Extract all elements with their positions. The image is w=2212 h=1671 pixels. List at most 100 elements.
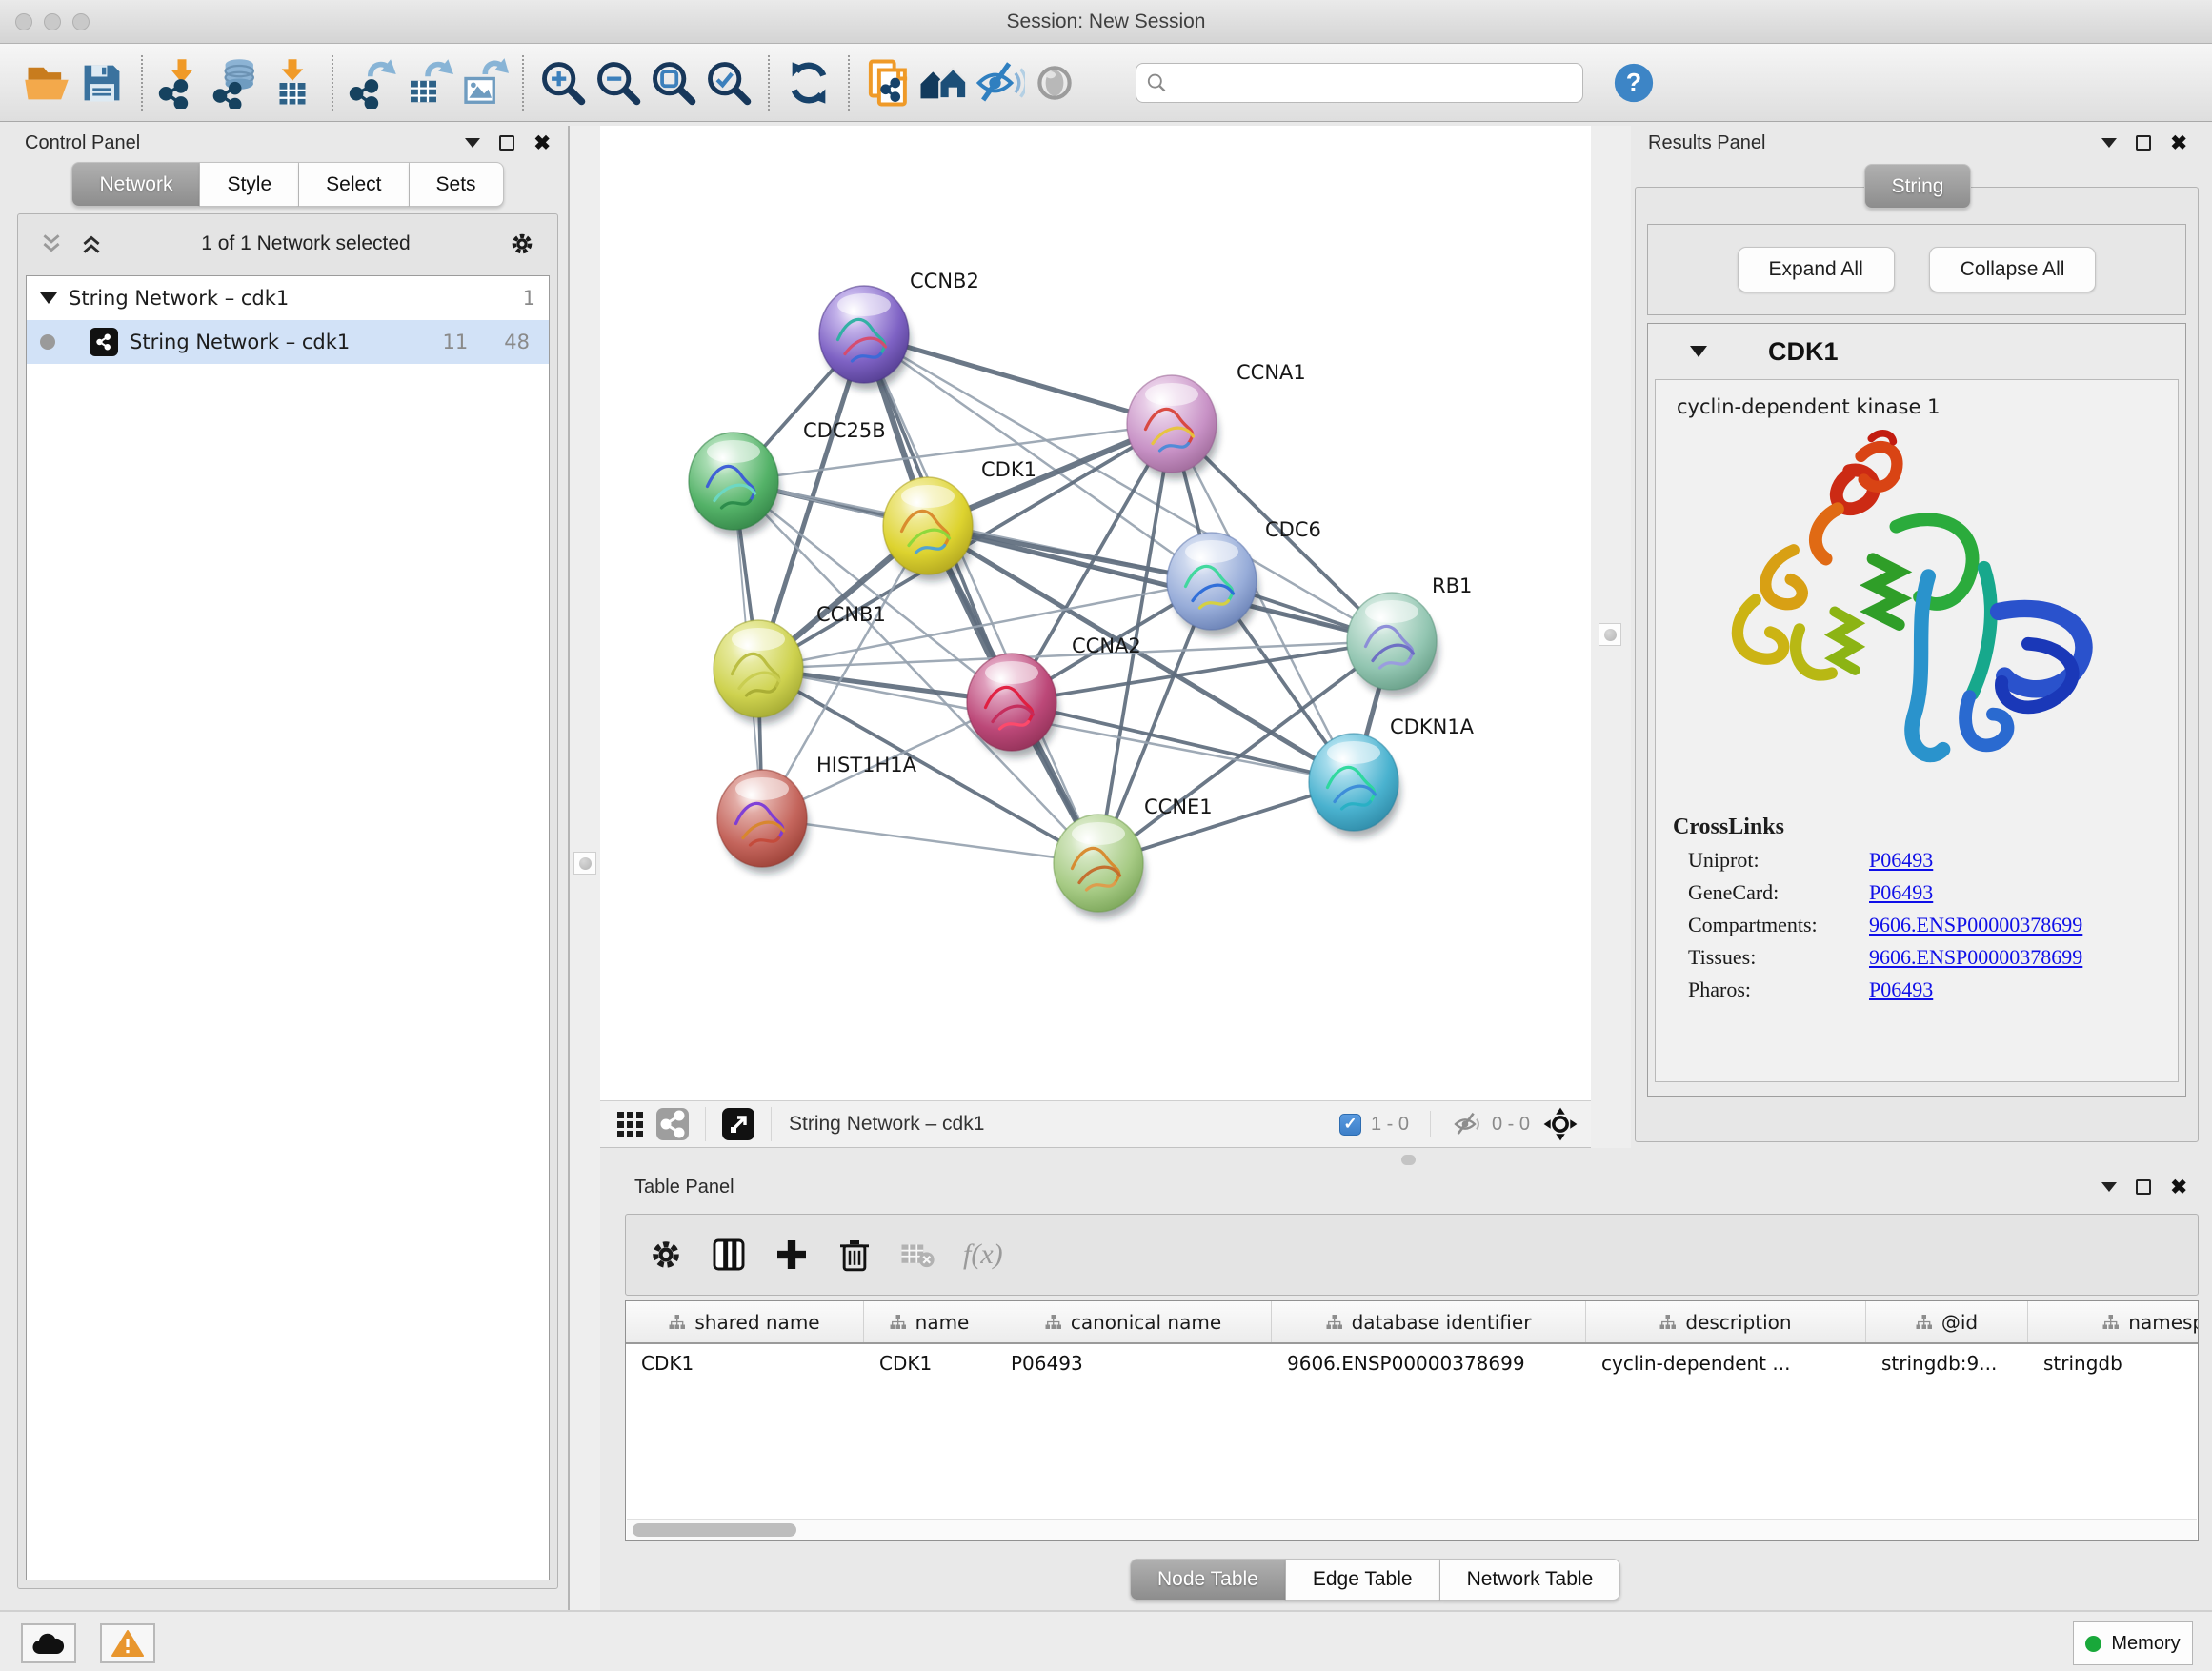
string-view-button[interactable]: [652, 1105, 694, 1143]
crosslink-link[interactable]: 9606.ENSP00000378699: [1869, 913, 2082, 937]
network-edge[interactable]: [762, 818, 1098, 863]
import-network-from-database-button[interactable]: [210, 52, 265, 113]
horizontal-splitter-handle[interactable]: [1401, 1155, 1416, 1165]
toggle-bird-view-button[interactable]: [1027, 52, 1082, 113]
tab-style[interactable]: Style: [200, 162, 299, 207]
export-image-button[interactable]: [455, 52, 511, 113]
table-settings-gear-icon[interactable]: [647, 1236, 685, 1274]
export-network-button[interactable]: [345, 52, 400, 113]
tab-string-results[interactable]: String: [1864, 164, 1972, 209]
network-edge[interactable]: [1012, 702, 1354, 782]
duplicate-network-view-button[interactable]: [861, 52, 916, 113]
collapse-all-icon[interactable]: [39, 232, 64, 256]
network-node-RB1[interactable]: [1347, 593, 1438, 696]
memory-button[interactable]: Memory: [2073, 1621, 2193, 1665]
panel-close-icon[interactable]: ✖: [533, 133, 551, 153]
tab-edge-table[interactable]: Edge Table: [1286, 1559, 1440, 1601]
open-view-in-window-button[interactable]: [717, 1105, 759, 1143]
panel-menu-icon[interactable]: [2101, 138, 2117, 148]
right-splitter[interactable]: [1591, 126, 1631, 1148]
column-header-namespace[interactable]: namespace: [2028, 1301, 2199, 1342]
help-button[interactable]: ?: [1606, 52, 1661, 113]
table-cell[interactable]: CDK1: [864, 1344, 995, 1384]
network-node-CCNB2[interactable]: [819, 286, 911, 390]
network-options-gear-icon[interactable]: [508, 230, 536, 258]
minimize-window-button[interactable]: [44, 13, 61, 30]
network-node-CDK1[interactable]: [883, 477, 975, 581]
left-splitter[interactable]: [568, 126, 600, 1610]
hidden-eye-slash-icon[interactable]: [1452, 1109, 1482, 1139]
expand-all-button[interactable]: Expand All: [1738, 247, 1895, 292]
zoom-out-button[interactable]: [591, 52, 646, 113]
add-column-icon[interactable]: [773, 1236, 811, 1274]
zoom-selected-button[interactable]: [701, 52, 756, 113]
network-node-CDC25B[interactable]: [689, 433, 780, 536]
grid-view-button[interactable]: [610, 1105, 652, 1143]
tab-network[interactable]: Network: [71, 162, 200, 207]
crosslink-link[interactable]: 9606.ENSP00000378699: [1869, 945, 2082, 970]
global-search[interactable]: [1136, 63, 1583, 103]
table-cell[interactable]: cyclin-dependent ...: [1586, 1344, 1866, 1384]
panel-close-icon[interactable]: ✖: [2170, 133, 2187, 153]
panel-float-icon[interactable]: [2136, 135, 2151, 151]
table-cell[interactable]: P06493: [995, 1344, 1272, 1384]
network-node-CCNB1[interactable]: [714, 620, 805, 724]
refresh-view-button[interactable]: [781, 52, 836, 113]
section-expand-icon[interactable]: [1690, 346, 1707, 357]
cloud-status-button[interactable]: [21, 1623, 76, 1663]
left-splitter-handle[interactable]: [573, 852, 596, 875]
panel-float-icon[interactable]: [499, 135, 514, 151]
network-row[interactable]: String Network – cdk1 11 48: [27, 320, 549, 364]
scrollbar-thumb[interactable]: [633, 1523, 796, 1537]
network-node-CCNA1[interactable]: [1127, 375, 1218, 479]
panel-menu-icon[interactable]: [465, 138, 480, 148]
crosslink-link[interactable]: P06493: [1869, 880, 1933, 905]
column-header-canonical-name[interactable]: canonical name: [995, 1301, 1272, 1342]
collection-expand-icon[interactable]: [40, 292, 57, 304]
window-titlebar[interactable]: Session: New Session: [0, 0, 2212, 44]
column-header--id[interactable]: @id: [1866, 1301, 2028, 1342]
crosslink-link[interactable]: P06493: [1869, 848, 1933, 873]
network-canvas[interactable]: CCNB2CCNA1CDC25BCDK1CDC6RB1CCNB1CCNA2CDK…: [600, 126, 1591, 1100]
zoom-in-button[interactable]: [535, 52, 591, 113]
zoom-fit-button[interactable]: [646, 52, 701, 113]
panel-float-icon[interactable]: [2136, 1179, 2151, 1195]
tab-node-table[interactable]: Node Table: [1130, 1559, 1286, 1601]
network-node-HIST1H1A[interactable]: [717, 770, 809, 874]
string-network-graph[interactable]: CCNB2CCNA1CDC25BCDK1CDC6RB1CCNB1CCNA2CDK…: [600, 126, 1591, 1100]
network-collection-row[interactable]: String Network – cdk1 1: [27, 276, 549, 320]
network-node-CDKN1A[interactable]: [1309, 734, 1400, 837]
panel-close-icon[interactable]: ✖: [2170, 1178, 2187, 1198]
tab-sets[interactable]: Sets: [410, 162, 504, 207]
import-table-from-file-button[interactable]: [265, 52, 320, 113]
show-home-panel-button[interactable]: [916, 52, 972, 113]
save-session-button[interactable]: [74, 52, 130, 113]
close-window-button[interactable]: [15, 13, 32, 30]
panel-menu-icon[interactable]: [2101, 1182, 2117, 1192]
table-row[interactable]: CDK1CDK1P064939606.ENSP00000378699cyclin…: [626, 1344, 2198, 1384]
export-table-button[interactable]: [400, 52, 455, 113]
delete-column-trash-icon[interactable]: [835, 1236, 874, 1274]
import-network-from-file-button[interactable]: [154, 52, 210, 113]
column-header-name[interactable]: name: [864, 1301, 995, 1342]
right-splitter-handle[interactable]: [1599, 623, 1621, 646]
network-node-CDC6[interactable]: [1167, 533, 1258, 636]
node-table[interactable]: shared namenamecanonical namedatabase id…: [625, 1300, 2199, 1541]
table-cell[interactable]: CDK1: [626, 1344, 864, 1384]
column-header-description[interactable]: description: [1586, 1301, 1866, 1342]
horizontal-splitter[interactable]: [568, 1148, 2212, 1170]
search-input[interactable]: [1175, 71, 1573, 93]
network-edge[interactable]: [864, 334, 1098, 863]
hide-panels-button[interactable]: [972, 52, 1027, 113]
open-session-button[interactable]: [19, 52, 74, 113]
network-node-CCNE1[interactable]: [1054, 815, 1145, 918]
crosslink-link[interactable]: P06493: [1869, 977, 1933, 1002]
column-header-database-identifier[interactable]: database identifier: [1272, 1301, 1586, 1342]
selected-checkbox-icon[interactable]: ✓: [1339, 1114, 1361, 1136]
expand-all-icon[interactable]: [79, 232, 104, 256]
table-horizontal-scrollbar[interactable]: [627, 1519, 2197, 1540]
tab-select[interactable]: Select: [299, 162, 409, 207]
tab-network-table[interactable]: Network Table: [1440, 1559, 1621, 1601]
fit-selected-button[interactable]: [1539, 1105, 1581, 1143]
gene-section-header[interactable]: CDK1: [1648, 324, 2185, 379]
